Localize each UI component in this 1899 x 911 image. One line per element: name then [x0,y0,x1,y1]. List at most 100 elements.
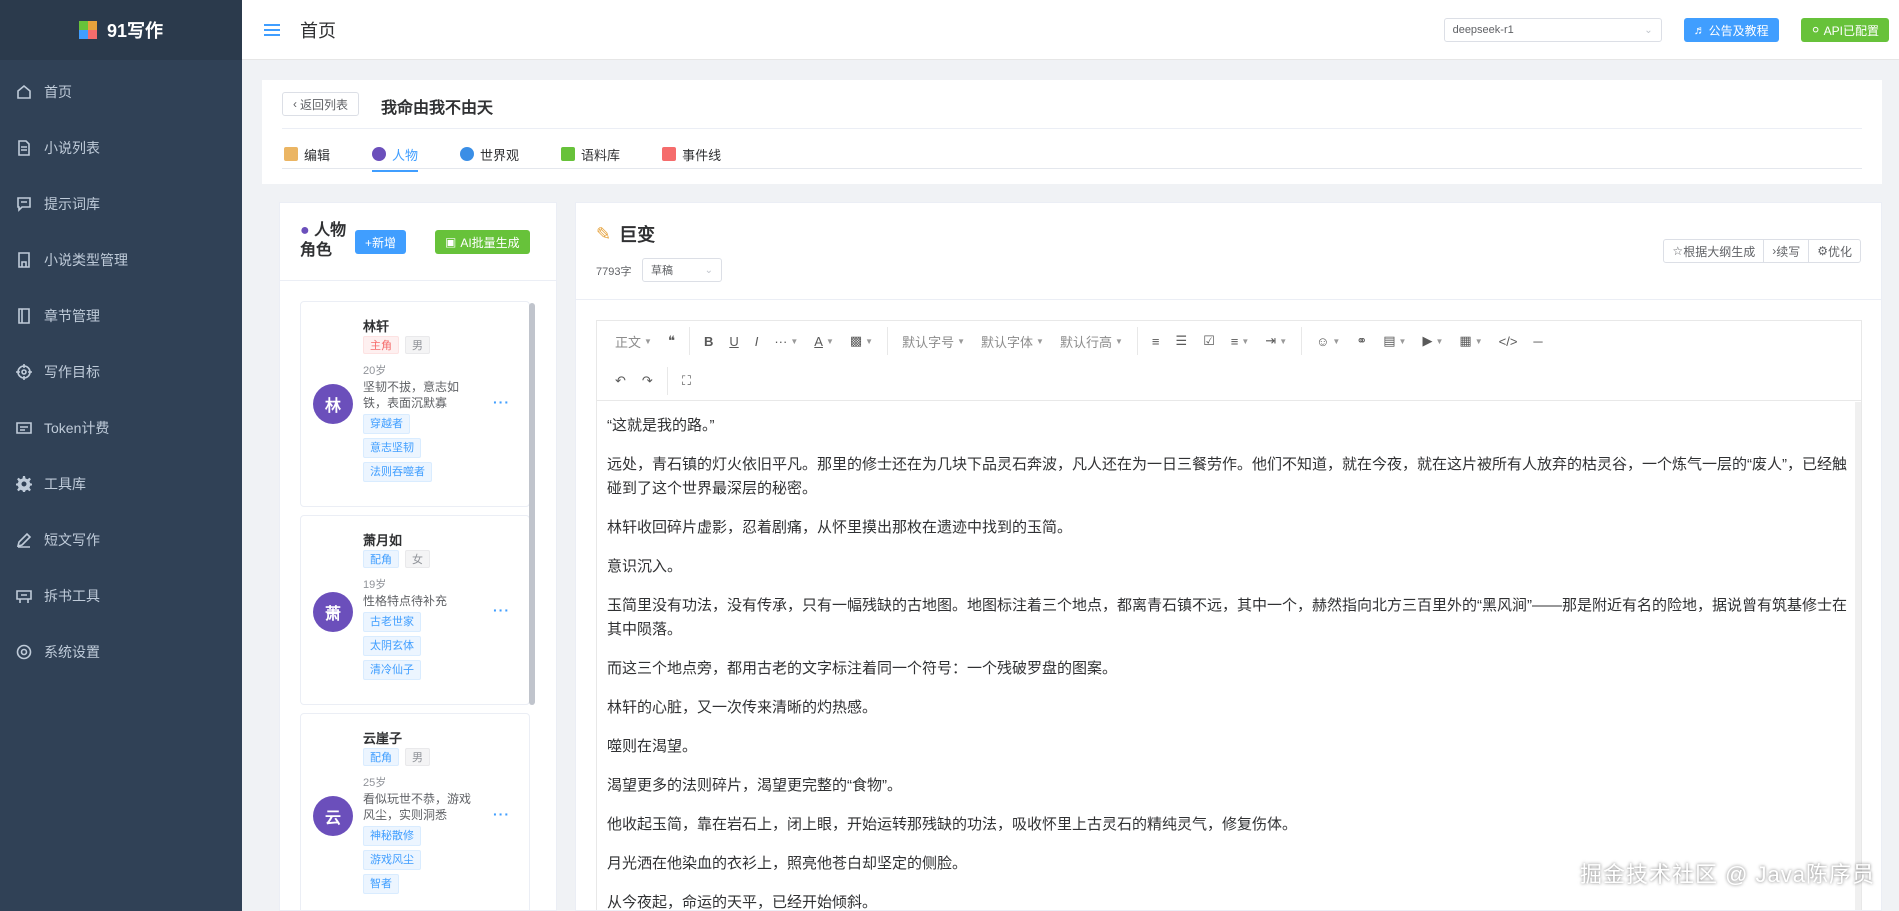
sidebar-item-home[interactable]: 首页 [0,64,242,120]
divider [282,168,1862,169]
editor-toolbar: 正文 ▼ ❝ B U I ··· ▼ A ▼ ▩ ▼ 默认字号 ▼ 默认字体 ▼ 默认行高 ▼… [597,321,1861,401]
chapter-actions: ☆ 根据大纲生成 › 续写 ⚙ 优化 [1663,239,1861,263]
content-paragraph: 林轩的心脏，又一次传来清晰的灼热感。 [607,699,878,716]
chapter-status-select[interactable]: 草稿 ⌄ [642,258,722,282]
sidebar-item-short-writing[interactable]: 短文写作 [0,512,242,568]
sidebar-item-novel-types[interactable]: 小说类型管理 [0,232,242,288]
sidebar-item-tools[interactable]: 工具库 [0,456,242,512]
sidebar-item-token[interactable]: Token计费 [0,400,242,456]
sidebar-item-goals[interactable]: 写作目标 [0,344,242,400]
underline-icon[interactable]: U [721,327,746,355]
avatar: 林 [313,384,353,424]
video-icon[interactable]: ▶ ▼ [1414,327,1451,355]
font-family-dropdown[interactable]: 默认字体 ▼ [973,327,1052,355]
more-format-icon[interactable]: ··· ▼ [766,327,806,355]
character-card[interactable]: 云 云崖子 配角 男 25岁 看似玩世不恭，游戏风尘，实则洞悉 神秘散修 游戏风… [300,713,530,910]
numbered-list-icon[interactable]: ☰ [1167,327,1195,355]
watermark: 掘金技术社区 @ Java陈序员 [1579,862,1875,887]
divider [282,128,1862,129]
keyword-tag: 清冷仙子 [363,660,421,680]
fullscreen-icon[interactable]: ⛶ [674,367,699,395]
undo-icon[interactable]: ↶ [607,367,634,395]
keyword-tag: 太阴玄体 [363,636,421,656]
optimize-button[interactable]: ⚙ 优化 [1808,240,1860,262]
divider-line-icon[interactable]: ─ [1525,327,1550,355]
keyword-tag: 穿越者 [363,414,410,434]
table-icon[interactable]: ▦ ▼ [1451,327,1490,355]
edit-icon [284,147,298,161]
globe-icon [460,147,475,161]
continue-writing-button[interactable]: › 续写 [1763,240,1808,262]
emoji-icon[interactable]: ☺ ▼ [1308,327,1348,355]
chart-icon [662,147,677,161]
more-icon[interactable]: ··· [493,602,510,618]
api-config-button[interactable]: ⚪ API已配置 [1800,18,1889,42]
scrollbar[interactable] [529,303,535,705]
sidebar-item-label: 系统设置 [44,644,100,660]
app-logo[interactable]: 91写作 [0,0,242,60]
font-color-icon[interactable]: A ▼ [806,327,842,355]
character-name: 萧月如 [363,533,403,548]
tab-characters[interactable]: 人物 [372,140,438,172]
back-to-list-button[interactable]: ‹ 返回列表 [282,92,360,116]
line-height-dropdown[interactable]: 默认行高 ▼ [1052,327,1131,355]
sidebar-item-chapters[interactable]: 章节管理 [0,288,242,344]
link-icon[interactable]: ⚭ [1348,327,1375,355]
sidebar-item-settings[interactable]: 系统设置 [0,624,242,680]
code-icon[interactable]: </> [1491,327,1526,355]
content-paragraph: 玉简里没有功法，没有传承，只有一幅残缺的古地图。地图标注着三个地点，都离青石镇不… [607,597,1847,638]
notice-button-label: 公告及教程 [1708,23,1769,38]
gender-badge: 女 [405,550,430,568]
font-size-dropdown[interactable]: 默认字号 ▼ [894,327,973,355]
paragraph-format-dropdown[interactable]: 正文 ▼ [607,327,660,355]
ai-batch-generate-button[interactable]: ▣ AI批量生成 [435,230,530,254]
content-paragraph: 噬则在渴望。 [607,738,698,755]
keyword-tag: 古老世家 [363,612,421,632]
gender-badge: 男 [405,748,430,766]
todo-list-icon[interactable]: ☑ [1195,327,1223,355]
sidebar-item-label: 短文写作 [44,532,100,548]
keyword-tag: 智者 [363,874,399,894]
people-icon [372,147,387,161]
chevron-down-icon: ⌄ [704,264,713,276]
gender-badge: 男 [405,336,430,354]
content-paragraph: 而这三个地点旁，都用古老的文字标注着同一个符号：一个残破罗盘的图案。 [607,660,1118,677]
bulleted-list-icon[interactable]: ≡ [1144,327,1168,355]
add-character-button[interactable]: +新增 [355,230,407,254]
wallet-icon [16,420,32,436]
pen-icon [16,532,32,548]
breadcrumb[interactable]: 首页 [300,17,336,43]
tab-worldview[interactable]: 世界观 [460,140,539,168]
more-icon[interactable]: ··· [493,806,510,822]
scrollbar[interactable] [1855,402,1861,910]
chevron-left-icon: ‹ [293,97,297,111]
bold-icon[interactable]: B [696,327,721,355]
indent-icon[interactable]: ⇥ ▼ [1257,327,1295,355]
background-color-icon[interactable]: ▩ ▼ [842,327,881,355]
keyword-tag: 意志坚韧 [363,438,421,458]
menu-toggle-icon[interactable] [264,21,280,39]
tab-corpus[interactable]: 语料库 [561,140,640,168]
quote-icon[interactable]: ❝ [660,327,683,355]
sidebar-item-novel-list[interactable]: 小说列表 [0,120,242,176]
align-icon[interactable]: ≡ ▼ [1223,327,1258,355]
sidebar-item-prompts[interactable]: 提示词库 [0,176,242,232]
sidebar-menu: 首页 小说列表 提示词库 小说类型管理 章节管理 写作目标 Token计费 工具… [0,60,242,680]
sidebar-item-book-split[interactable]: 拆书工具 [0,568,242,624]
chevron-down-icon: ⌄ [1644,24,1653,36]
tab-label: 世界观 [480,147,520,163]
character-card[interactable]: 林 林轩 主角 男 20岁 坚韧不拔，意志如铁，表面沉默寡 穿越者 意志坚韧 法… [300,301,530,507]
star-icon: ☆ [1672,244,1684,258]
italic-icon[interactable]: I [747,327,767,355]
tab-events[interactable]: 事件线 [662,140,741,168]
keyword-tag: 神秘散修 [363,826,421,846]
editor-content[interactable]: “这就是我的路。” 远处，青石镇的灯火依旧平凡。那里的修士还在为几块下品灵石奔波… [597,402,1861,910]
tab-edit[interactable]: 编辑 [284,140,350,168]
image-icon[interactable]: ▤ ▼ [1375,327,1414,355]
generate-from-outline-button[interactable]: ☆ 根据大纲生成 [1664,240,1763,262]
notice-button[interactable]: ♬ 公告及教程 [1683,18,1779,42]
character-card[interactable]: 萧 萧月如 配角 女 19岁 性格特点待补充 古老世家 太阴玄体 清冷仙子 ··… [300,515,530,705]
model-select[interactable]: deepseek-r1 ⌄ [1443,18,1662,42]
redo-icon[interactable]: ↷ [634,367,661,395]
more-icon[interactable]: ··· [493,394,510,410]
